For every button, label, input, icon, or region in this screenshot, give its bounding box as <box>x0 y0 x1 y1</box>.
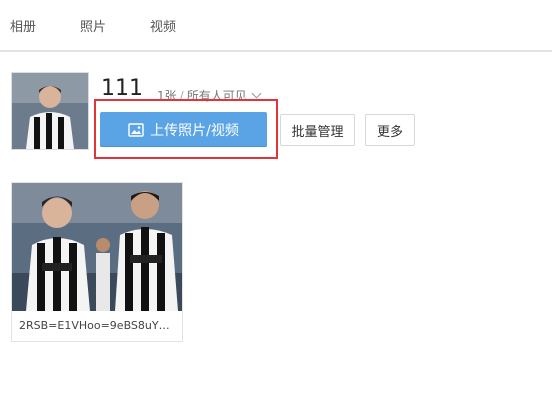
photo-thumbnail[interactable] <box>12 183 182 311</box>
image-upload-icon <box>128 122 144 137</box>
album-cover-image <box>12 73 88 149</box>
batch-manage-button[interactable]: 批量管理 <box>280 114 355 146</box>
album-cover[interactable] <box>11 72 89 150</box>
tab-bar: 相册 照片 视频 <box>0 0 552 52</box>
tab-photos[interactable]: 照片 <box>80 16 106 35</box>
upload-button-label: 上传照片/视频 <box>150 122 239 139</box>
photo-image <box>12 183 182 311</box>
upload-button[interactable]: 上传照片/视频 <box>100 112 267 147</box>
chevron-down-icon[interactable] <box>251 88 262 99</box>
more-button[interactable]: 更多 <box>365 114 415 146</box>
tab-videos[interactable]: 视频 <box>150 16 176 35</box>
album-title: 111 <box>101 76 143 101</box>
tab-albums[interactable]: 相册 <box>10 16 36 35</box>
photo-filename: 2RSB=E1VHoo=9eBS8uY… <box>19 319 170 332</box>
photo-card[interactable]: 2RSB=E1VHoo=9eBS8uY… <box>11 182 183 342</box>
